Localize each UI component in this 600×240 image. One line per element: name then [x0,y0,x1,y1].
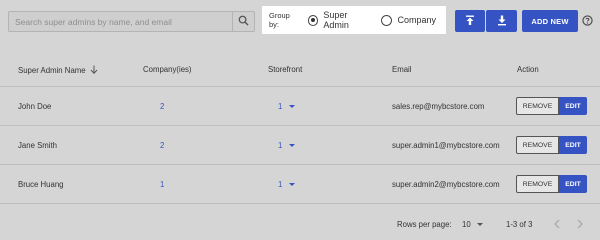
add-new-button[interactable]: ADD NEW [522,10,578,32]
search-button[interactable] [232,12,254,31]
admin-email: super.admin1@mybcstore.com [392,141,500,150]
companies-count[interactable]: 1 [160,180,164,189]
rows-per-page-select[interactable]: 10 [462,220,471,229]
table-row: Bruce Huang 1 1 super.admin2@mybcstore.c… [0,165,600,204]
row-actions: REMOVE EDIT [516,97,587,115]
table-row: John Doe 2 1 sales.rep@mybcstore.com REM… [0,87,600,126]
storefront-value: 1 [278,141,283,150]
caret-down-icon [289,183,296,186]
download-icon [497,15,507,28]
group-by-label: Group by: [269,11,290,29]
row-actions: REMOVE EDIT [516,175,587,193]
storefront-select[interactable]: 1 [278,102,296,111]
upload-button[interactable] [455,10,485,32]
column-header-storefront: Storefront [268,65,303,74]
admin-email: super.admin2@mybcstore.com [392,180,500,189]
storefront-select[interactable]: 1 [278,180,296,189]
edit-button[interactable]: EDIT [559,136,587,154]
caret-down-icon [289,144,296,147]
radio-company[interactable]: Company [381,14,436,26]
admin-name: John Doe [18,102,52,111]
storefront-select[interactable]: 1 [278,141,296,150]
companies-count[interactable]: 2 [160,102,164,111]
column-label: Super Admin Name [18,66,86,75]
remove-button[interactable]: REMOVE [516,97,559,115]
radio-selected-icon [307,14,319,26]
column-header-name[interactable]: Super Admin Name [18,65,98,76]
edit-button[interactable]: EDIT [559,97,587,115]
companies-count[interactable]: 2 [160,141,164,150]
admin-name: Bruce Huang [18,180,64,189]
storefront-value: 1 [278,102,283,111]
storefront-value: 1 [278,180,283,189]
chevron-left-icon[interactable] [553,219,561,231]
table-row: Jane Smith 2 1 super.admin1@mybcstore.co… [0,126,600,165]
table-header: Super Admin Name Company(ies) Storefront… [0,52,600,87]
page-range: 1-3 of 3 [506,220,533,229]
caret-down-icon [477,223,483,226]
radio-label: Super Admin [323,10,349,30]
search-box [8,11,255,32]
toolbar: Group by: Super Admin Company ADD NEW [0,0,600,44]
column-header-action: Action [517,65,539,74]
radio-super-admin[interactable]: Super Admin [307,10,372,30]
search-icon [238,15,249,28]
admin-name: Jane Smith [18,141,58,150]
admin-email: sales.rep@mybcstore.com [392,102,485,111]
radio-unselected-icon [381,14,393,26]
edit-button[interactable]: EDIT [559,175,587,193]
help-icon[interactable] [582,15,593,28]
arrow-down-icon [90,65,98,76]
pagination: Rows per page: 10 1-3 of 3 [0,212,600,238]
chevron-right-icon[interactable] [576,219,584,231]
upload-icon [465,15,475,28]
remove-button[interactable]: REMOVE [516,136,559,154]
search-input[interactable] [9,12,233,31]
rows-per-page-label: Rows per page: [397,220,452,229]
radio-label: Company [397,15,436,25]
row-actions: REMOVE EDIT [516,136,587,154]
super-admins-table: Super Admin Name Company(ies) Storefront… [0,52,600,204]
column-header-companies: Company(ies) [143,65,192,74]
download-button[interactable] [486,10,517,32]
caret-down-icon [289,105,296,108]
column-header-email: Email [392,65,412,74]
group-by-panel: Group by: Super Admin Company [262,6,446,34]
remove-button[interactable]: REMOVE [516,175,559,193]
